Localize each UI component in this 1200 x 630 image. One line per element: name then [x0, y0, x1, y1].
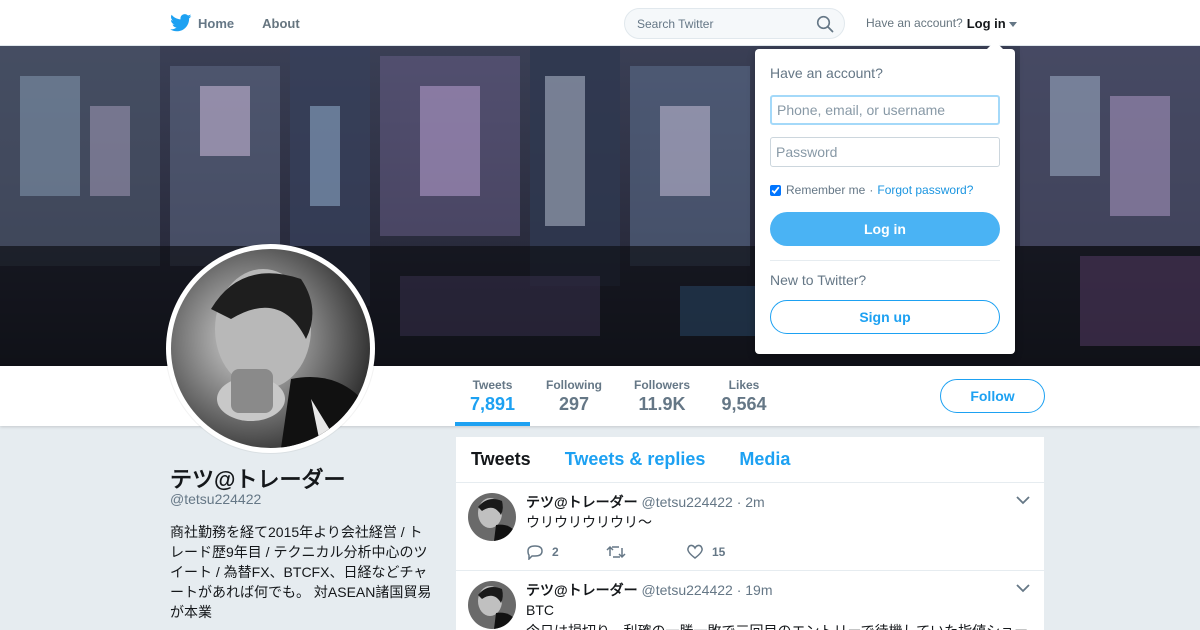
- like-action[interactable]: 15: [686, 544, 766, 560]
- tweet-timestamp[interactable]: · 19m: [737, 582, 773, 598]
- login-button[interactable]: Log in: [770, 212, 1000, 246]
- tweet-author-handle[interactable]: @tetsu224422: [642, 494, 733, 510]
- login-dropdown-title: Have an account?: [770, 65, 883, 81]
- stat-following-value: 297: [558, 394, 590, 414]
- tweet-text-line-2: 今日は損切り、利確の一勝一敗で三回目のエントリーで待機していた指値ショート: [526, 621, 1029, 630]
- profile-avatar[interactable]: [166, 244, 375, 453]
- tweet-author-handle[interactable]: @tetsu224422: [642, 582, 733, 598]
- tweet[interactable]: テツ@トレーダー @tetsu224422 · 19m BTC 今日は損切り、利…: [456, 571, 1044, 630]
- forgot-password-link[interactable]: Forgot password?: [877, 183, 973, 197]
- password-field[interactable]: [770, 137, 1000, 167]
- tweet-avatar[interactable]: [468, 493, 516, 541]
- tweet-text: ウリウリウリウリ～: [526, 514, 652, 530]
- tweet-header: テツ@トレーダー @tetsu224422 · 19m: [526, 581, 1029, 599]
- remember-me-checkbox[interactable]: [770, 184, 781, 196]
- tweet-author-name[interactable]: テツ@トレーダー: [526, 494, 638, 510]
- avatar-image: [171, 249, 370, 448]
- tweet-actions: 2 15: [526, 542, 1029, 562]
- dropdown-arrow: [987, 41, 1003, 49]
- nav-home-label: Home: [198, 15, 235, 31]
- stat-tweets[interactable]: Tweets 7,891: [455, 366, 530, 426]
- nav-left: Home About: [170, 0, 328, 46]
- tab-media[interactable]: Media: [739, 449, 790, 470]
- tweet-author-name[interactable]: テツ@トレーダー: [526, 582, 638, 598]
- tweet-text: BTC: [526, 602, 554, 618]
- timeline-tabs: Tweets Tweets & replies Media: [456, 437, 1044, 483]
- retweet-action[interactable]: [606, 544, 686, 560]
- nav-about-label: About: [262, 15, 300, 31]
- tweet[interactable]: テツ@トレーダー @tetsu224422 · 2m ウリウリウリウリ～ 2 1…: [456, 483, 1044, 571]
- tweet-avatar[interactable]: [468, 581, 516, 629]
- have-account-text: Have an account?: [866, 16, 963, 30]
- dropdown-divider: [770, 260, 1000, 261]
- stat-likes[interactable]: Likes 9,564: [714, 366, 774, 426]
- login-dropdown-toggle[interactable]: Log in: [967, 16, 1006, 31]
- username-field[interactable]: [770, 95, 1000, 125]
- reply-count: 2: [552, 545, 559, 559]
- profile-bio: 商社勤務を経て2015年より会社経営 / トレード歴9年目 / テクニカル分析中…: [170, 524, 432, 620]
- profile-name: テツ@トレーダー: [170, 467, 346, 492]
- tab-tweets-and-replies[interactable]: Tweets & replies: [565, 449, 706, 470]
- search-box[interactable]: [624, 8, 845, 39]
- remember-me-label[interactable]: Remember me: [786, 183, 865, 197]
- search-icon[interactable]: [816, 15, 834, 33]
- signup-button[interactable]: Sign up: [770, 300, 1000, 334]
- stat-tweets-value: 7,891: [469, 394, 516, 414]
- login-dropdown: Have an account? Remember me · Forgot pa…: [755, 41, 1015, 354]
- stat-followers-value: 11.9K: [638, 394, 686, 414]
- tab-tweets[interactable]: Tweets: [471, 449, 531, 470]
- chevron-down-icon[interactable]: [1016, 495, 1030, 505]
- reply-action[interactable]: 2: [526, 544, 606, 560]
- tweet-header: テツ@トレーダー @tetsu224422 · 2m: [526, 493, 1029, 511]
- stat-followers[interactable]: Followers 11.9K: [628, 366, 696, 426]
- stat-likes-label: Likes: [728, 378, 760, 392]
- nav-about-link[interactable]: About: [262, 0, 300, 46]
- caret-down-icon[interactable]: [1008, 21, 1017, 27]
- twitter-bird-icon: [170, 14, 192, 32]
- stat-likes-value: 9,564: [721, 394, 767, 414]
- search-input[interactable]: [625, 9, 815, 38]
- stat-tweets-label: Tweets: [472, 378, 513, 392]
- reply-icon: [527, 545, 543, 560]
- retweet-icon: [606, 545, 626, 559]
- tweet-timestamp[interactable]: · 2m: [737, 494, 765, 510]
- new-to-twitter-text: New to Twitter?: [770, 272, 867, 288]
- like-count: 15: [712, 545, 726, 559]
- chevron-down-icon[interactable]: [1016, 583, 1030, 593]
- profile-handle[interactable]: @tetsu224422: [170, 491, 261, 507]
- remember-me-row: Remember me · Forgot password?: [770, 183, 973, 197]
- separator-dot: ·: [869, 183, 874, 197]
- follow-button[interactable]: Follow: [940, 379, 1045, 413]
- timeline: Tweets Tweets & replies Media テツ@トレーダー @…: [456, 437, 1044, 630]
- stat-following[interactable]: Following 297: [540, 366, 608, 426]
- heart-icon: [687, 544, 703, 559]
- account-area: Have an account? Log in: [866, 0, 1017, 46]
- top-navigation-bar: Home About Have an account? Log in: [0, 0, 1200, 46]
- stat-followers-label: Followers: [633, 378, 690, 392]
- stat-following-label: Following: [546, 378, 602, 392]
- nav-home-link[interactable]: Home: [170, 0, 234, 46]
